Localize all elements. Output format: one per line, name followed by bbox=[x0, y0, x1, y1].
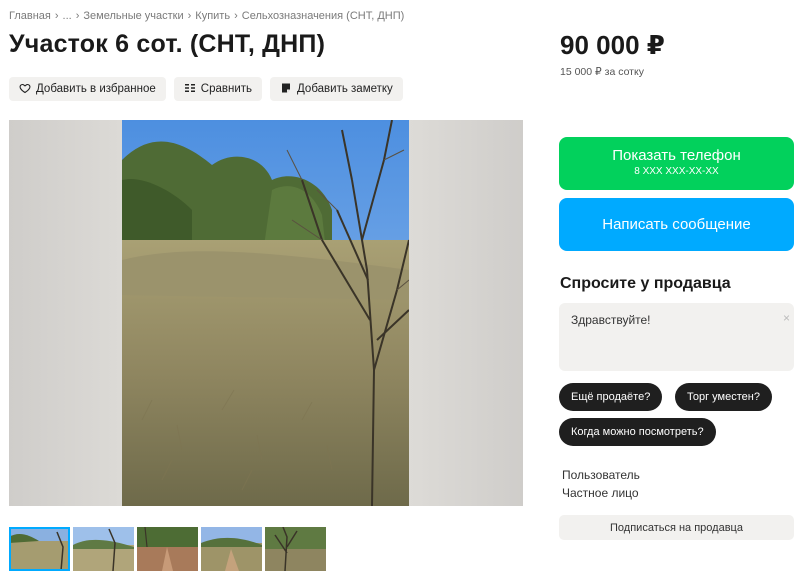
ask-seller-title: Спросите у продавца bbox=[560, 275, 731, 292]
ask-seller-input[interactable]: Здравствуйте! × bbox=[559, 303, 794, 371]
add-to-favorites-button[interactable]: Добавить в избранное bbox=[9, 77, 166, 101]
gallery-blur-right bbox=[409, 120, 523, 506]
breadcrumb-ellipsis[interactable]: ... bbox=[63, 10, 72, 22]
price-per-unit: 15 000 ₽ за сотку bbox=[560, 66, 644, 78]
breadcrumb-buy[interactable]: Купить bbox=[195, 10, 230, 22]
price: 90 000 ₽ bbox=[560, 30, 665, 60]
seller-type: Пользователь bbox=[562, 468, 640, 482]
breadcrumb-separator: › bbox=[234, 10, 238, 22]
thumbnail-4[interactable] bbox=[201, 527, 262, 571]
add-note-button[interactable]: Добавить заметку bbox=[270, 77, 403, 101]
write-message-label: Написать сообщение bbox=[602, 216, 751, 233]
compare-button[interactable]: Сравнить bbox=[173, 77, 263, 101]
chip-still-selling[interactable]: Ещё продаёте? bbox=[559, 383, 663, 411]
main-photo[interactable] bbox=[122, 120, 409, 506]
breadcrumb-home[interactable]: Главная bbox=[9, 10, 51, 22]
breadcrumb-separator: › bbox=[187, 10, 192, 22]
breadcrumb-separator: › bbox=[75, 10, 80, 22]
chip-bargain[interactable]: Торг уместен? bbox=[675, 383, 772, 411]
thumbnail-3[interactable] bbox=[137, 527, 198, 571]
breadcrumb-land-plots[interactable]: Земельные участки bbox=[83, 10, 183, 22]
seller-kind: Частное лицо bbox=[562, 486, 639, 500]
add-note-label: Добавить заметку bbox=[297, 83, 393, 95]
show-phone-label: Показать телефон bbox=[612, 147, 741, 164]
ask-seller-message: Здравствуйте! bbox=[571, 313, 651, 327]
add-to-favorites-label: Добавить в избранное bbox=[36, 83, 156, 95]
phone-masked: 8 XXX XXX-XX-XX bbox=[634, 166, 719, 177]
listing-actions: Добавить в избранное Сравнить Добавить з… bbox=[9, 77, 403, 101]
gallery-blur-left bbox=[9, 120, 122, 506]
breadcrumb-separator: › bbox=[54, 10, 59, 22]
note-icon bbox=[280, 82, 292, 97]
heart-icon bbox=[19, 82, 31, 97]
subscribe-seller-label: Подписаться на продавца bbox=[610, 521, 743, 534]
thumbnail-strip bbox=[9, 527, 326, 571]
breadcrumb: Главная ›... › Земельные участки › Купить › Сел… bbox=[9, 10, 404, 22]
page-title: Участок 6 сот. (СНТ, ДНП) bbox=[9, 30, 326, 58]
photo-gallery[interactable] bbox=[9, 120, 523, 506]
write-message-button[interactable]: Написать сообщение bbox=[559, 198, 794, 251]
thumbnail-1[interactable] bbox=[9, 527, 70, 571]
compare-label: Сравнить bbox=[200, 83, 253, 95]
thumbnail-5[interactable] bbox=[265, 527, 326, 571]
show-phone-button[interactable]: Показать телефон 8 XXX XXX-XX-XX bbox=[559, 137, 794, 190]
subscribe-seller-button[interactable]: Подписаться на продавца bbox=[559, 515, 794, 540]
breadcrumb-agricultural[interactable]: Сельхозназначения (СНТ, ДНП) bbox=[242, 10, 405, 22]
compare-icon bbox=[184, 82, 196, 97]
chip-when-to-view[interactable]: Когда можно посмотреть? bbox=[559, 418, 716, 446]
clear-message-icon[interactable]: × bbox=[783, 311, 790, 325]
thumbnail-2[interactable] bbox=[73, 527, 134, 571]
